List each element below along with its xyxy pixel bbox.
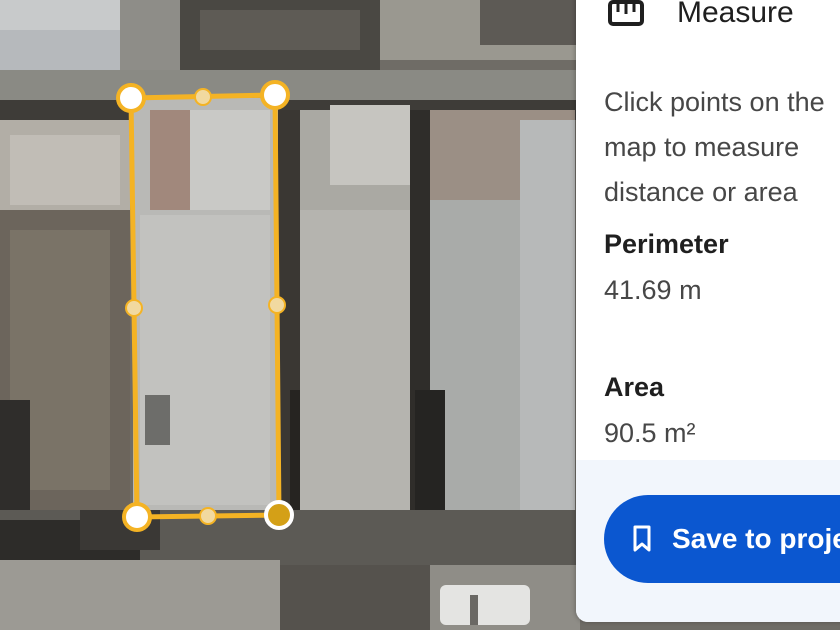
perimeter-label: Perimeter	[604, 229, 729, 259]
map-measure-view: Measure Click points on the map to measu…	[0, 0, 840, 630]
save-button-label: Save to project	[672, 523, 840, 554]
measure-instruction: Click points on the map to measure dista…	[604, 87, 825, 207]
save-to-project-button[interactable]: Save to project	[604, 495, 840, 583]
panel-footer: Save to project	[576, 460, 840, 622]
edge-midpoint-handle-top[interactable]	[194, 88, 212, 106]
vertex-handle-2[interactable]	[260, 80, 290, 110]
vertex-handle-3[interactable]	[122, 502, 152, 532]
area-label: Area	[604, 372, 665, 402]
panel-title: Measure	[677, 0, 794, 29]
vertex-handle-1[interactable]	[116, 83, 146, 113]
panel-header: Measure	[576, 0, 840, 50]
vertex-handle-4-selected[interactable]	[264, 500, 294, 530]
area-value: 90.5 m²	[604, 418, 696, 448]
measure-panel: Measure Click points on the map to measu…	[576, 0, 840, 622]
edge-midpoint-handle-bottom[interactable]	[199, 507, 217, 525]
perimeter-value: 41.69 m	[604, 275, 702, 305]
measured-area-outline	[128, 92, 282, 520]
ruler-icon	[608, 0, 644, 26]
bookmark-icon	[633, 525, 651, 552]
edge-midpoint-handle-left[interactable]	[125, 299, 143, 317]
edge-midpoint-handle-right[interactable]	[268, 296, 286, 314]
